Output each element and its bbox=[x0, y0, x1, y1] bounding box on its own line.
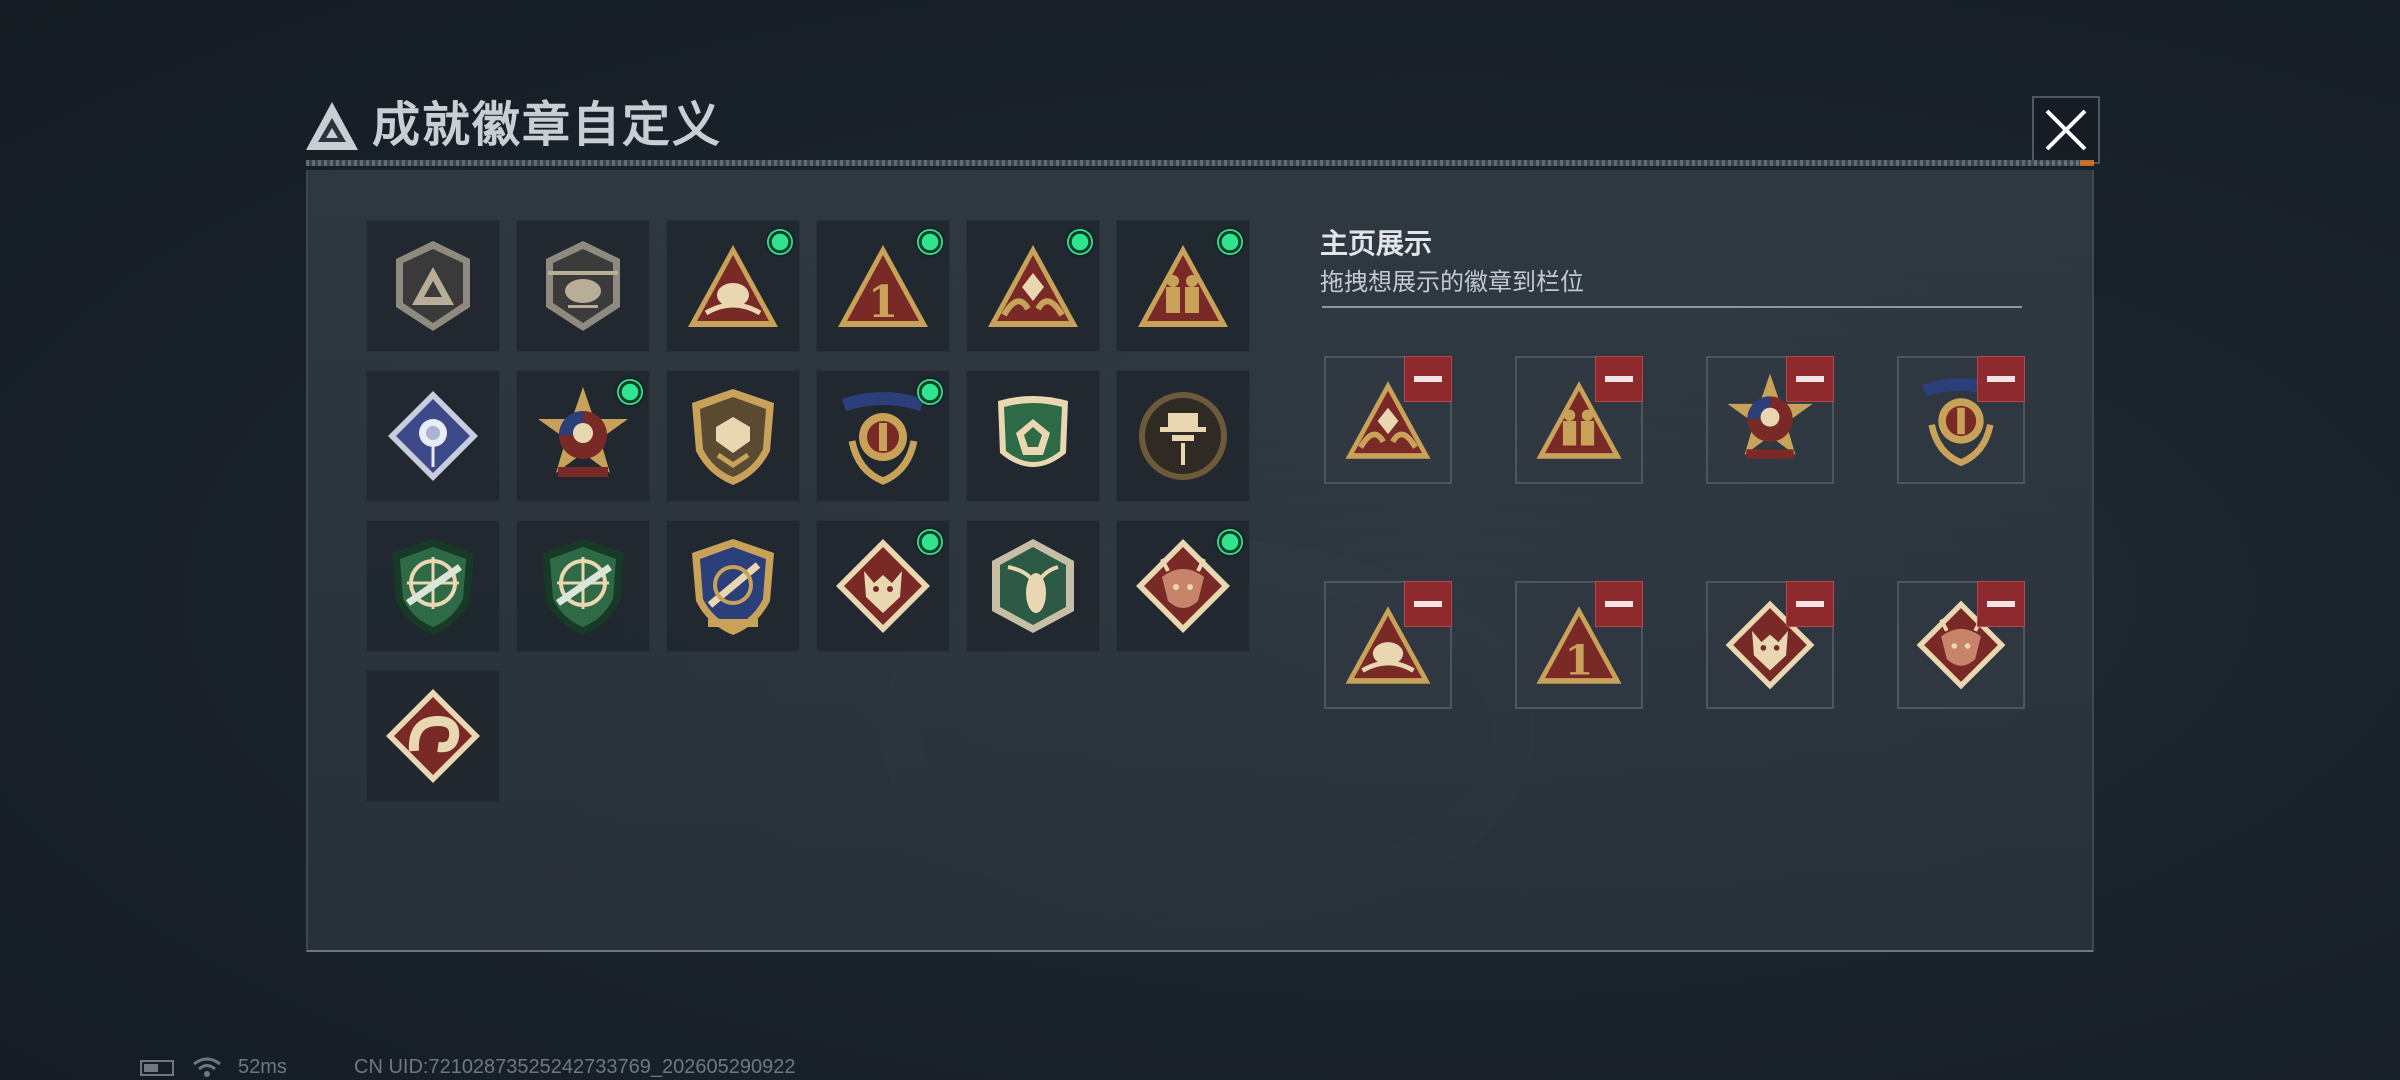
badge-item[interactable] bbox=[966, 370, 1100, 502]
minus-icon bbox=[1796, 601, 1824, 607]
gold-blue-shield-pen-badge-icon bbox=[692, 539, 774, 635]
badge-item[interactable] bbox=[516, 370, 650, 502]
minus-icon bbox=[1414, 376, 1442, 382]
badge-item[interactable] bbox=[366, 520, 500, 652]
minus-icon bbox=[1796, 376, 1824, 382]
new-badge-indicator bbox=[767, 229, 793, 255]
minus-icon bbox=[1605, 376, 1633, 382]
gold-shield-emblem-badge-icon bbox=[692, 389, 774, 485]
badge-item[interactable] bbox=[666, 220, 800, 352]
new-badge-indicator bbox=[1067, 229, 1093, 255]
remove-badge-button[interactable] bbox=[1977, 581, 2025, 627]
minus-icon bbox=[1987, 601, 2015, 607]
badge-item[interactable] bbox=[816, 520, 950, 652]
remove-badge-button[interactable] bbox=[1595, 356, 1643, 402]
remove-badge-button[interactable] bbox=[1786, 356, 1834, 402]
badge-item[interactable] bbox=[516, 220, 650, 352]
svg-text:1: 1 bbox=[1565, 635, 1594, 684]
minus-icon bbox=[1605, 601, 1633, 607]
new-badge-indicator bbox=[917, 379, 943, 405]
green-hexagon-wasp-badge-icon bbox=[992, 539, 1074, 633]
badge-item[interactable] bbox=[366, 370, 500, 502]
helicopter-shield-badge-icon bbox=[546, 241, 620, 331]
badge-item[interactable] bbox=[1116, 520, 1250, 652]
wifi-icon bbox=[193, 1057, 221, 1077]
display-slot[interactable] bbox=[1706, 356, 1834, 484]
new-badge-indicator bbox=[1217, 229, 1243, 255]
minus-icon bbox=[1414, 601, 1442, 607]
badge-item[interactable] bbox=[366, 220, 500, 352]
user-uid: CN UID:7210287352524273376​9_20260529092… bbox=[354, 1056, 796, 1078]
triangle-logo-shield-badge-icon bbox=[396, 241, 470, 331]
badge-item[interactable]: 1 bbox=[816, 220, 950, 352]
battery-icon bbox=[140, 1060, 174, 1076]
green-shield-dice-badge-icon bbox=[998, 396, 1068, 467]
badge-item[interactable] bbox=[966, 520, 1100, 652]
blue-diamond-rose-badge-icon bbox=[388, 391, 478, 481]
svg-text:1: 1 bbox=[868, 277, 899, 328]
display-slot[interactable]: 1 bbox=[1515, 581, 1643, 709]
badge-customize-panel: 1 主页展示 拖拽想展示的徽章到栏位 1 bbox=[306, 170, 2094, 952]
header-divider bbox=[306, 160, 2094, 166]
badge-item[interactable] bbox=[516, 520, 650, 652]
close-button[interactable] bbox=[2032, 96, 2100, 164]
display-section-title: 主页展示 bbox=[1320, 228, 1433, 259]
dialog-title: 成就徽章自定义 bbox=[372, 99, 723, 152]
remove-badge-button[interactable] bbox=[1404, 581, 1452, 627]
badge-item[interactable] bbox=[1116, 370, 1250, 502]
red-diamond-snake-badge-icon bbox=[386, 689, 480, 783]
new-badge-indicator bbox=[617, 379, 643, 405]
new-badge-indicator bbox=[1217, 529, 1243, 555]
round-agent-hat-badge-icon bbox=[1139, 392, 1227, 480]
remove-badge-button[interactable] bbox=[1595, 581, 1643, 627]
new-badge-indicator bbox=[917, 229, 943, 255]
badge-item[interactable] bbox=[1116, 220, 1250, 352]
badge-item[interactable] bbox=[816, 370, 950, 502]
remove-badge-button[interactable] bbox=[1977, 356, 2025, 402]
remove-badge-button[interactable] bbox=[1404, 356, 1452, 402]
close-icon bbox=[2045, 109, 2087, 151]
display-slot[interactable] bbox=[1324, 356, 1452, 484]
dialog-header: 成就徽章自定义 bbox=[296, 92, 2096, 164]
display-slot[interactable] bbox=[1515, 356, 1643, 484]
badge-item[interactable] bbox=[666, 520, 800, 652]
display-slot[interactable] bbox=[1897, 356, 2025, 484]
display-slot[interactable] bbox=[1706, 581, 1834, 709]
badge-item[interactable] bbox=[366, 670, 500, 802]
badge-item[interactable] bbox=[666, 370, 800, 502]
display-divider bbox=[1322, 306, 2022, 308]
new-badge-indicator bbox=[917, 529, 943, 555]
display-slot[interactable] bbox=[1324, 581, 1452, 709]
display-slot[interactable] bbox=[1897, 581, 2025, 709]
ping-value: 52ms bbox=[238, 1056, 287, 1078]
green-shield-rifle-crosshair-badge-icon bbox=[392, 539, 474, 635]
remove-badge-button[interactable] bbox=[1786, 581, 1834, 627]
green-shield-rifle-crosshair-badge-2-icon bbox=[542, 539, 624, 635]
minus-icon bbox=[1987, 376, 2015, 382]
triangle-logo-icon bbox=[306, 102, 358, 150]
badge-item[interactable] bbox=[966, 220, 1100, 352]
display-section-hint: 拖拽想展示的徽章到栏位 bbox=[1320, 269, 1584, 296]
